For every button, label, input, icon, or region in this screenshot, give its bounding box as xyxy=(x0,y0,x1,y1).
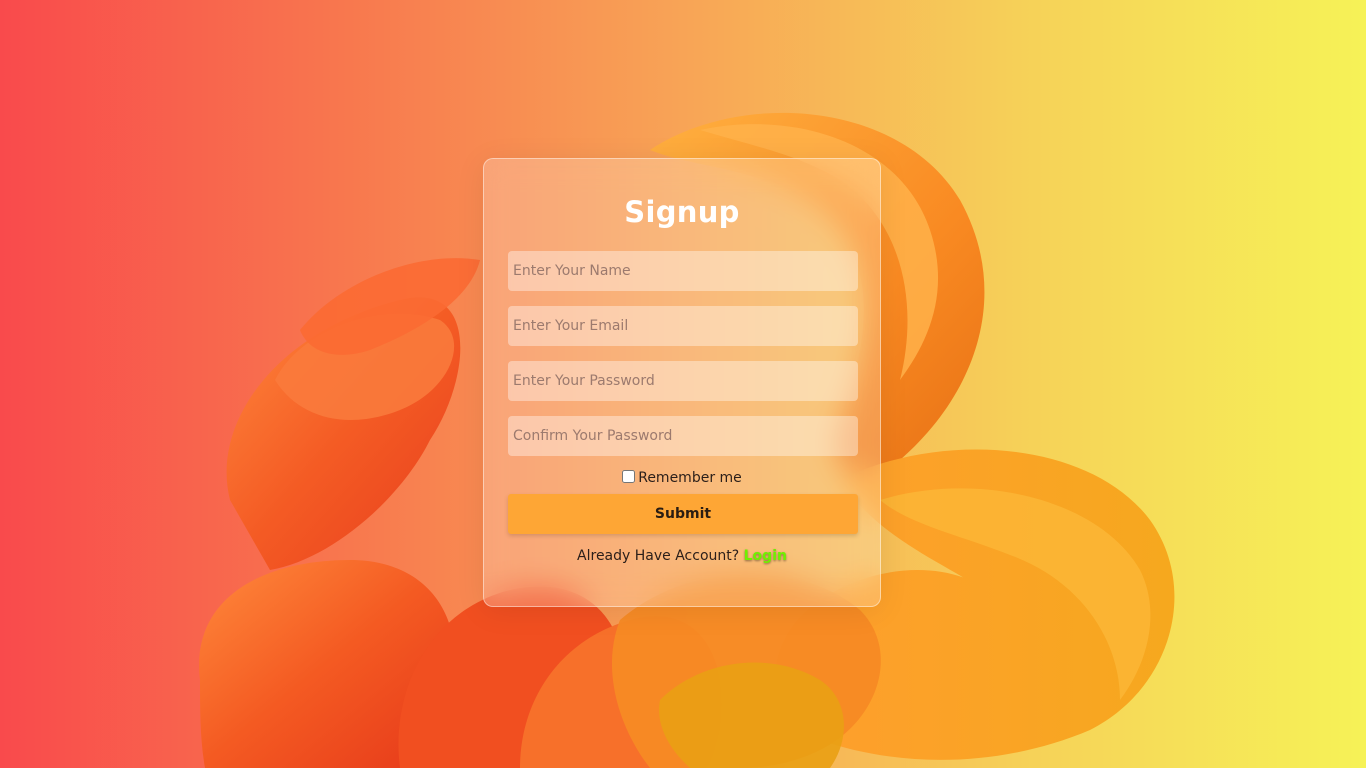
remember-label: Remember me xyxy=(638,470,742,486)
login-prompt: Already Have Account? Login xyxy=(484,546,880,566)
page-background: Signup Remember me Submit Already Have A… xyxy=(0,0,1366,768)
email-input[interactable] xyxy=(508,306,858,346)
remember-checkbox[interactable] xyxy=(622,470,636,483)
submit-button[interactable]: Submit xyxy=(508,494,858,534)
name-input[interactable] xyxy=(508,251,858,291)
remember-row: Remember me xyxy=(484,469,880,487)
already-have-account-text: Already Have Account? xyxy=(577,548,740,564)
signup-title: Signup xyxy=(624,195,740,229)
password-input[interactable] xyxy=(508,361,858,401)
signup-card: Signup Remember me Submit Already Have A… xyxy=(483,158,881,607)
confirm-password-input[interactable] xyxy=(508,416,858,456)
login-link[interactable]: Login xyxy=(744,548,787,564)
